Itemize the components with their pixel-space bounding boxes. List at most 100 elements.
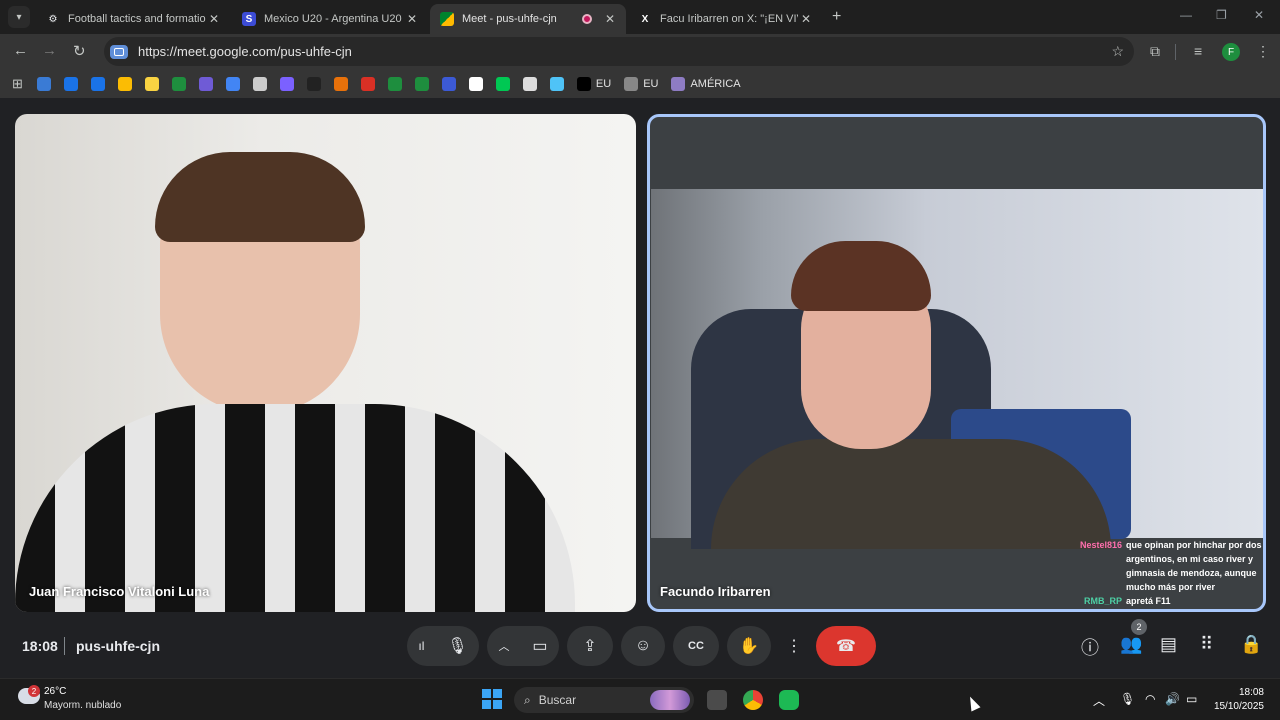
meet-stage: Juan Francisco Vitaloni Luna Facundo Iri… — [0, 98, 1280, 678]
menu-kebab-icon[interactable]: ⋮ — [1256, 43, 1270, 60]
restore-icon[interactable]: ❐ — [1216, 8, 1227, 22]
close-icon[interactable]: ✕ — [404, 12, 420, 26]
close-icon[interactable]: ✕ — [602, 12, 618, 26]
more-vertical-icon: ⋮ — [786, 638, 802, 655]
system-clock[interactable]: 18:08 15/10/2025 — [1214, 686, 1264, 714]
participant-video-hair — [155, 152, 365, 242]
bookmark-item[interactable]: EU — [576, 77, 612, 91]
bookmark-item[interactable] — [36, 77, 51, 91]
bookmark-item[interactable] — [549, 77, 564, 91]
participant-tile-juan[interactable]: Juan Francisco Vitaloni Luna — [15, 114, 636, 612]
bookmark-item[interactable] — [360, 77, 375, 91]
bookmark-icon — [468, 77, 483, 91]
microphone-icon[interactable]: 🎙 — [447, 636, 467, 656]
leave-call-button[interactable]: ☎ — [816, 626, 876, 666]
participant-video — [651, 189, 1263, 549]
captions-button[interactable]: CC — [673, 626, 719, 666]
windows-start-icon[interactable] — [482, 689, 502, 709]
tab-mexico-argentina[interactable]: S Mexico U20 - Argentina U20 en ✕ — [232, 4, 428, 34]
host-controls-icon[interactable]: 🔒 — [1240, 634, 1262, 655]
tab-facu-iribarren-x[interactable]: X Facu Iribarren on X: "¡EN VIVO ( ✕ — [628, 4, 822, 34]
people-icon[interactable]: 👥 — [1120, 634, 1142, 655]
toolbar-divider — [1175, 44, 1176, 60]
bookmark-item[interactable] — [306, 77, 321, 91]
bookmark-label: EU — [643, 78, 659, 90]
bookmark-icon — [414, 77, 429, 91]
bookmark-item[interactable] — [441, 77, 456, 91]
bookmark-item[interactable] — [252, 77, 267, 91]
chevron-up-icon[interactable]: ︿ — [498, 638, 509, 654]
bookmark-item[interactable] — [90, 77, 105, 91]
volume-icon[interactable]: 🔊 — [1165, 692, 1180, 706]
bookmark-icon — [387, 77, 402, 91]
divider — [64, 637, 65, 655]
raise-hand-button[interactable]: ✋ — [727, 626, 771, 666]
bookmark-item[interactable] — [198, 77, 213, 91]
taskbar-search[interactable]: ⌕ Buscar — [514, 687, 694, 713]
chat-icon[interactable]: ▤ — [1160, 634, 1177, 655]
bookmark-star-icon[interactable]: ☆ — [1111, 43, 1124, 60]
tab-search-button[interactable]: ▾ — [8, 6, 30, 28]
bookmark-item[interactable] — [279, 77, 294, 91]
bookmark-item[interactable] — [495, 77, 510, 91]
system-time: 18:08 — [1238, 687, 1264, 698]
camera-control[interactable]: ︿ ▭ — [487, 626, 559, 666]
meeting-info-icon[interactable]: ⓘ — [1081, 634, 1099, 660]
tab-football-tactics[interactable]: ⚙ Football tactics and formations ✕ — [36, 4, 230, 34]
minimize-icon[interactable]: — — [1180, 8, 1192, 22]
bookmark-label: EU — [595, 78, 612, 90]
person-hair-shape — [791, 241, 931, 311]
bookmark-item[interactable]: EU — [624, 77, 658, 91]
media-controls-icon[interactable]: ≡ — [1194, 43, 1202, 59]
forward-arrow-icon[interactable]: → — [42, 42, 57, 59]
bookmark-item[interactable] — [117, 77, 132, 91]
chat-message: RMB_RP apretá F11 — [1074, 594, 1264, 608]
window-close-icon[interactable]: ✕ — [1254, 8, 1264, 22]
bookmark-item[interactable]: AMÉRICA — [671, 77, 741, 91]
show-hidden-icons-chevron-icon[interactable]: ︿ — [1093, 692, 1105, 709]
task-view-icon[interactable] — [707, 690, 727, 710]
tab-title: Facu Iribarren on X: "¡EN VIVO ( — [660, 13, 798, 25]
back-arrow-icon[interactable]: ← — [13, 42, 28, 59]
address-bar[interactable]: https://meet.google.com/pus-uhfe-cjn ☆ — [104, 37, 1134, 66]
weather-condition[interactable]: Mayorm. nublado — [44, 700, 121, 711]
bookmark-item[interactable] — [387, 77, 402, 91]
camera-icon[interactable]: ▭ — [532, 636, 547, 656]
wifi-icon[interactable]: ◠ — [1145, 692, 1155, 706]
apps-grid-icon[interactable]: ⊞ — [12, 76, 23, 91]
battery-icon[interactable]: ▭ — [1186, 692, 1197, 706]
present-screen-button[interactable]: ⇪ — [567, 626, 613, 666]
bookmark-icon — [624, 77, 639, 91]
tab-meet[interactable]: Meet - pus-uhfe-cjn ✕ — [430, 4, 626, 34]
chrome-icon[interactable] — [743, 690, 763, 710]
meet-icon — [440, 12, 454, 26]
search-icon: ⌕ — [524, 692, 531, 707]
bookmark-item[interactable] — [63, 77, 78, 91]
reload-icon[interactable]: ↻ — [73, 42, 86, 60]
bookmark-item[interactable] — [414, 77, 429, 91]
bookmark-item[interactable] — [522, 77, 537, 91]
bookmark-icon — [333, 77, 348, 91]
more-options-button[interactable]: ⋮ — [779, 626, 809, 666]
bookmark-item[interactable] — [333, 77, 348, 91]
bookmark-label: AMÉRICA — [690, 78, 741, 90]
profile-avatar[interactable]: F — [1222, 43, 1240, 61]
microphone-tray-icon[interactable]: 🎙 — [1120, 692, 1135, 706]
app-icon[interactable] — [779, 690, 799, 710]
url-text[interactable]: https://meet.google.com/pus-uhfe-cjn — [138, 44, 352, 59]
bookmark-item[interactable] — [468, 77, 483, 91]
weather-temperature[interactable]: 26°C — [44, 686, 66, 697]
close-icon[interactable]: ✕ — [206, 12, 222, 26]
microphone-control[interactable]: ıl 🎙 — [407, 626, 479, 666]
bookmark-item[interactable] — [171, 77, 186, 91]
windows-taskbar: 2 26°C Mayorm. nublado ⌕ Buscar ︿ 🎙 ◠ 🔊 … — [0, 678, 1280, 720]
extensions-icon[interactable]: ⧉ — [1150, 43, 1160, 60]
weather-badge: 2 — [28, 685, 40, 697]
site-info-icon[interactable] — [110, 44, 128, 59]
reactions-button[interactable]: ☺ — [621, 626, 665, 666]
activities-grid-icon[interactable]: ⠿ — [1200, 634, 1213, 655]
close-icon[interactable]: ✕ — [798, 12, 814, 26]
new-tab-button[interactable]: + — [832, 8, 841, 26]
bookmark-item[interactable] — [144, 77, 159, 91]
bookmark-item[interactable] — [225, 77, 240, 91]
